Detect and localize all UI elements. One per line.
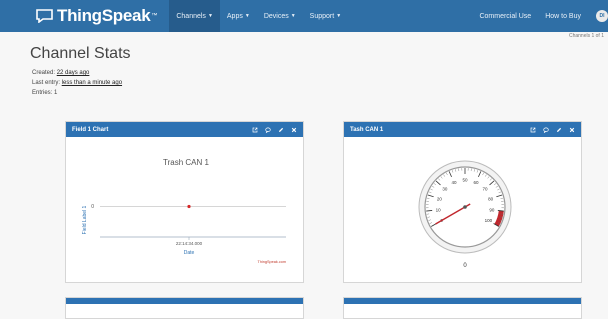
caret-down-icon: ▼ xyxy=(336,13,341,19)
nav-how-to-buy[interactable]: How to Buy xyxy=(538,0,588,32)
gauge-tick-label: 10 xyxy=(436,207,442,212)
chart-data-point[interactable] xyxy=(187,205,190,208)
panel-header xyxy=(66,298,303,304)
gauge-tick-label: 20 xyxy=(437,196,443,201)
caret-down-icon: ▼ xyxy=(245,13,250,19)
gauge-hub xyxy=(463,205,467,209)
created-value-link[interactable]: 22 days ago xyxy=(57,70,90,76)
gauge-tick-label: 90 xyxy=(489,207,495,212)
thingspeak-logo[interactable]: ThingSpeak ™ xyxy=(36,6,157,26)
external-link-icon[interactable] xyxy=(252,127,258,133)
close-icon[interactable] xyxy=(569,127,575,133)
nav-devices[interactable]: Devices ▼ xyxy=(257,0,303,32)
chat-bubble-icon xyxy=(36,9,53,23)
created-label: Created: xyxy=(32,70,55,76)
nav-apps-label: Apps xyxy=(227,13,243,20)
caret-down-icon: ▼ xyxy=(208,13,213,19)
entries-value: 1 xyxy=(54,90,57,96)
entries-row: Entries: 1 xyxy=(32,90,57,96)
gauge-tick-label: 60 xyxy=(473,180,479,185)
field-1-line-chart: Trash CAN 1 Field Label 1 0 22:14:34.000… xyxy=(66,137,303,282)
pencil-icon[interactable] xyxy=(556,127,562,133)
nav-commercial-use[interactable]: Commercial Use xyxy=(472,0,538,32)
pencil-icon[interactable] xyxy=(278,127,284,133)
lower-left-panel xyxy=(65,297,304,319)
field-1-chart-panel: Field 1 Chart Trash CAN 1 Field Label 1 … xyxy=(65,121,304,283)
close-icon[interactable] xyxy=(291,127,297,133)
gauge-tick-label: 30 xyxy=(442,187,448,192)
gauge-tick-label: 100 xyxy=(485,218,493,223)
chart-title: Trash CAN 1 xyxy=(163,158,209,167)
last-entry-row: Last entry: less than a minute ago xyxy=(32,80,122,86)
comment-icon[interactable] xyxy=(543,127,549,133)
last-entry-value-link[interactable]: less than a minute ago xyxy=(62,80,122,86)
panel-header xyxy=(344,298,581,304)
brand-name: ThingSpeak xyxy=(57,6,150,26)
caret-down-icon: ▼ xyxy=(291,13,296,19)
lower-right-panel xyxy=(343,297,582,319)
channel-count-text: Channels 1 of 1 xyxy=(569,33,604,39)
nav-devices-label: Devices xyxy=(264,13,289,20)
nav-right: Commercial Use How to Buy DI xyxy=(472,0,608,32)
entries-label: Entries: xyxy=(32,90,52,96)
panel-title: Tash CAN 1 xyxy=(350,127,383,133)
nav-support-label: Support xyxy=(310,13,335,20)
panel-header: Tash CAN 1 xyxy=(344,122,581,137)
panel-title: Field 1 Chart xyxy=(72,127,108,133)
gauge-tick-label: 50 xyxy=(462,178,468,183)
page-title: Channel Stats xyxy=(30,45,131,63)
last-entry-label: Last entry: xyxy=(32,80,60,86)
created-row: Created: 22 days ago xyxy=(32,70,89,76)
nav-channels-label: Channels xyxy=(176,13,206,20)
user-avatar[interactable]: DI xyxy=(596,10,608,22)
chart-xlabel: Date xyxy=(184,250,195,256)
main-nav: Channels ▼ Apps ▼ Devices ▼ Support ▼ xyxy=(169,0,348,32)
gauge-value-label: 0 xyxy=(463,263,467,269)
external-link-icon[interactable] xyxy=(530,127,536,133)
chart-credit: ThingSpeak.com xyxy=(258,260,287,264)
gauge-tick-label: 80 xyxy=(488,196,494,201)
brand-trademark: ™ xyxy=(151,13,157,19)
tash-can-gauge: 0102030405060708090100 0 xyxy=(344,137,581,282)
chart-x-tick: 22:14:34.000 xyxy=(176,241,203,246)
panel-tools xyxy=(530,122,575,137)
comment-icon[interactable] xyxy=(265,127,271,133)
nav-apps[interactable]: Apps ▼ xyxy=(220,0,257,32)
panel-header: Field 1 Chart xyxy=(66,122,303,137)
gauge-tick-label: 70 xyxy=(483,187,489,192)
top-navbar: ThingSpeak ™ Channels ▼ Apps ▼ Devices ▼… xyxy=(0,0,608,32)
nav-support[interactable]: Support ▼ xyxy=(303,0,348,32)
panel-tools xyxy=(252,122,297,137)
gauge-tick-label: 40 xyxy=(452,180,458,185)
tash-can-1-gauge-panel: Tash CAN 1 0102030405060708090100 0 xyxy=(343,121,582,283)
chart-y-tick: 0 xyxy=(91,204,94,210)
nav-channels[interactable]: Channels ▼ xyxy=(169,0,220,32)
chart-ylabel: Field Label 1 xyxy=(82,205,88,234)
